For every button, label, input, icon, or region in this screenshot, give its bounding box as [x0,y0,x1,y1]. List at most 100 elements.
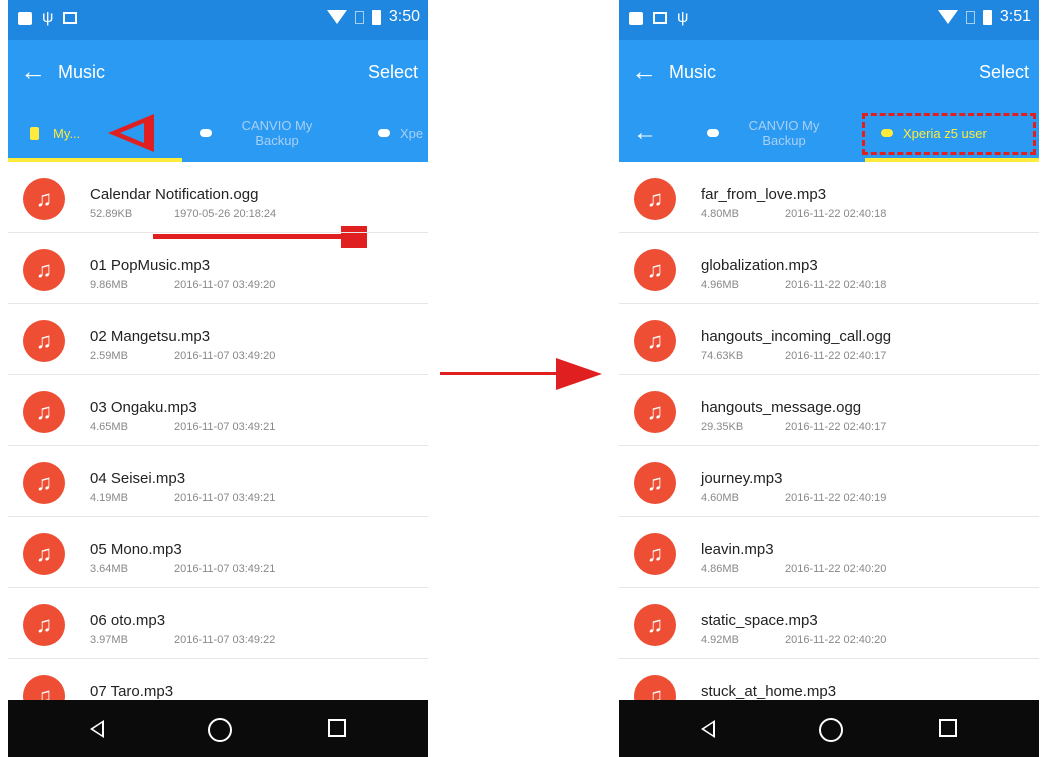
transition-arrow-head [556,358,602,390]
battery-icon [371,9,381,25]
file-date: 1970-05-26 20:18:24 [174,208,277,220]
file-size: 4.65MB [90,421,128,433]
file-name: far_from_love.mp3 [701,186,827,203]
list-item[interactable]: ♫ 06 oto.mp3 3.97MB 2016-11-07 03:49:22 [8,588,428,659]
image-notification-icon [653,12,667,24]
file-name: 06 oto.mp3 [90,612,166,629]
music-note-icon: ♫ [634,391,676,433]
file-size: 4.19MB [90,492,128,504]
file-date: 2016-11-22 02:40:18 [785,208,887,220]
wifi-icon [326,10,347,24]
music-note-icon: ♫ [23,320,65,362]
file-size: 9.86MB [90,279,128,291]
list-item[interactable]: ♫ stuck_at_home.mp3 [619,659,1039,700]
nav-back-icon[interactable] [90,720,104,738]
music-note-icon: ♫ [23,533,65,575]
list-item[interactable]: ♫ 02 Mangetsu.mp3 2.59MB 2016-11-07 03:4… [8,304,428,375]
status-bar: ψ 3:51 [619,0,1039,40]
music-note-icon: ♫ [634,675,676,700]
file-size: 4.96MB [701,279,739,291]
file-date: 2016-11-07 03:49:21 [174,563,276,575]
file-date: 2016-11-22 02:40:17 [785,421,887,433]
music-note-icon: ♫ [23,391,65,433]
nav-home-icon[interactable] [819,718,843,742]
usb-icon: ψ [677,9,689,26]
nav-home-icon[interactable] [208,718,232,742]
storage-tab-bar: My... CANVIO My Backup Xpe [8,104,428,248]
select-button[interactable]: Select [979,62,1029,83]
no-sim-icon [965,10,975,24]
music-note-icon: ♫ [634,533,676,575]
tab-canvio-my-backup[interactable]: CANVIO My Backup [200,104,332,162]
music-note-icon: ♫ [634,178,676,220]
list-item[interactable]: ♫ 07 Taro.mp3 [8,659,428,700]
file-size: 29.35KB [701,421,744,433]
file-name: 07 Taro.mp3 [90,683,174,700]
nav-recents-icon[interactable] [328,719,346,737]
file-name: 03 Ongaku.mp3 [90,399,197,416]
list-item[interactable]: ♫ hangouts_incoming_call.ogg 74.63KB 201… [619,304,1039,375]
list-item[interactable]: ♫ leavin.mp3 4.86MB 2016-11-22 02:40:20 [619,517,1039,588]
status-bar: ψ 3:50 [8,0,428,40]
file-size: 4.92MB [701,634,739,646]
file-size: 4.80MB [701,208,739,220]
music-note-icon: ♫ [23,604,65,646]
list-item[interactable]: ♫ journey.mp3 4.60MB 2016-11-22 02:40:19 [619,446,1039,517]
list-item[interactable]: ♫ hangouts_message.ogg 29.35KB 2016-11-2… [619,375,1039,446]
disk-icon [378,129,390,137]
file-name: leavin.mp3 [701,541,774,558]
file-date: 2016-11-22 02:40:17 [785,350,887,362]
file-size: 3.64MB [90,563,128,575]
list-item[interactable]: ♫ 01 PopMusic.mp3 9.86MB 2016-11-07 03:4… [8,233,428,304]
highlight-dashed-box [862,113,1036,155]
swipe-arrow-head [108,114,154,152]
disk-icon [200,129,212,137]
navigation-bar [619,700,1039,757]
music-note-icon: ♫ [634,249,676,291]
file-name: static_space.mp3 [701,612,818,629]
file-size: 3.97MB [90,634,128,646]
page-title: Music [58,62,106,82]
list-item[interactable]: ♫ 05 Mono.mp3 3.64MB 2016-11-07 03:49:21 [8,517,428,588]
list-item[interactable]: ♫ globalization.mp3 4.96MB 2016-11-22 02… [619,233,1039,304]
file-date: 2016-11-07 03:49:20 [174,350,276,362]
file-name: 05 Mono.mp3 [90,541,182,558]
list-item[interactable]: ♫ Calendar Notification.ogg 52.89KB 1970… [8,162,428,233]
list-item[interactable]: ♫ 04 Seisei.mp3 4.19MB 2016-11-07 03:49:… [8,446,428,517]
tab-my-device[interactable]: My... [30,104,80,162]
nav-recents-icon[interactable] [939,719,957,737]
battery-icon [982,9,992,25]
music-note-icon: ♫ [23,249,65,291]
file-date: 2016-11-07 03:49:21 [174,421,276,433]
list-item[interactable]: ♫ 03 Ongaku.mp3 4.65MB 2016-11-07 03:49:… [8,375,428,446]
file-name: hangouts_incoming_call.ogg [701,328,892,345]
file-list[interactable]: ♫ Calendar Notification.ogg 52.89KB 1970… [8,162,428,700]
file-date: 2016-11-07 03:49:21 [174,492,276,504]
file-name: 01 PopMusic.mp3 [90,257,211,274]
music-note-icon: ♫ [634,462,676,504]
select-button[interactable]: Select [368,62,418,83]
list-item[interactable]: ♫ far_from_love.mp3 4.80MB 2016-11-22 02… [619,162,1039,233]
notification-icon [629,11,643,25]
file-size: 74.63KB [701,350,744,362]
music-note-icon: ♫ [634,320,676,362]
music-note-icon: ♫ [23,675,65,700]
tab-label: CANVIO My Backup [748,118,820,148]
back-arrow-icon[interactable]: ← [631,56,657,86]
notification-icon [18,11,32,25]
nav-back-icon[interactable] [701,720,715,738]
tab-label: My... [53,125,81,141]
back-arrow-icon[interactable]: ← [20,56,46,86]
file-date: 2016-11-22 02:40:18 [785,279,887,291]
file-size: 4.60MB [701,492,739,504]
file-date: 2016-11-22 02:40:19 [785,492,887,504]
file-size: 52.89KB [90,208,133,220]
file-name: 04 Seisei.mp3 [90,470,186,487]
file-list[interactable]: ♫ far_from_love.mp3 4.80MB 2016-11-22 02… [619,162,1039,700]
disk-icon [707,129,719,137]
tab-scroll-back[interactable]: ← [633,104,657,162]
tab-xperia[interactable]: Xpe [378,104,423,162]
list-item[interactable]: ♫ static_space.mp3 4.92MB 2016-11-22 02:… [619,588,1039,659]
file-name: journey.mp3 [701,470,783,487]
tab-canvio-my-backup[interactable]: CANVIO My Backup [707,104,839,162]
